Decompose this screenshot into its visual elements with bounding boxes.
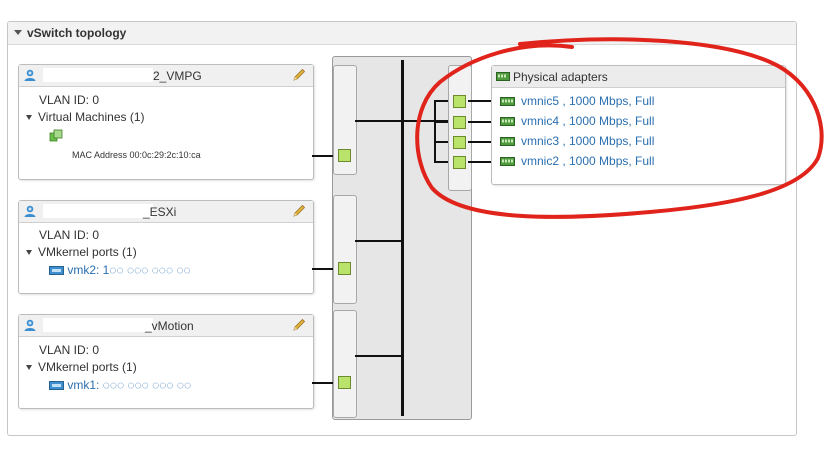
expand-caret-icon[interactable] [26, 249, 32, 255]
port-icon[interactable] [338, 149, 351, 162]
nic-label[interactable]: vmnic5 , 1000 Mbps, Full [521, 94, 654, 108]
port-icon[interactable] [338, 262, 351, 275]
vmkernel-section-label: VMkernel ports (1) [38, 245, 137, 259]
vswitch-backbone-line [401, 60, 404, 416]
vmkernel-icon [49, 266, 64, 276]
redacted-name [43, 204, 153, 218]
expand-caret-icon[interactable] [26, 114, 32, 120]
connector-line [434, 121, 448, 123]
nic-item-vmnic5[interactable]: vmnic5 , 1000 Mbps, Full [500, 94, 654, 108]
uplink-port-icon[interactable] [453, 95, 466, 108]
port-icon[interactable] [338, 376, 351, 389]
vm-item[interactable] [49, 129, 63, 146]
portgroup-icon [24, 69, 36, 81]
nic-label[interactable]: vmnic3 , 1000 Mbps, Full [521, 134, 654, 148]
nic-item-vmnic4[interactable]: vmnic4 , 1000 Mbps, Full [500, 114, 654, 128]
portgroup-port-block [333, 195, 357, 304]
edit-pencil-icon[interactable] [291, 203, 307, 219]
portgroup-name: _vMotion [145, 319, 194, 333]
portgroup-header: _ESXi [19, 201, 313, 223]
physical-adapters-title: Physical adapters [513, 70, 608, 84]
uplink-bus-line [434, 100, 436, 162]
physical-adapters-card[interactable]: Physical adapters vmnic5 , 1000 Mbps, Fu… [491, 65, 786, 185]
portgroup-name: 2_VMPG [153, 69, 202, 83]
uplink-port-icon[interactable] [453, 156, 466, 169]
portgroup-card-vmotion[interactable]: _vMotion VLAN ID: 0 VMkernel ports (1) v… [18, 314, 314, 409]
portgroup-icon [24, 319, 36, 331]
nic-icon [496, 72, 510, 81]
vm-section-label: Virtual Machines (1) [38, 110, 145, 124]
connector-line [312, 268, 333, 270]
physical-adapters-header: Physical adapters [492, 66, 785, 88]
connector-line [355, 240, 403, 242]
vmkernel-section-toggle[interactable]: VMkernel ports (1) [21, 245, 137, 259]
vmkernel-icon [49, 381, 64, 391]
nic-icon [500, 157, 515, 167]
nic-icon [500, 117, 515, 127]
connector-line [312, 382, 333, 384]
redacted-name [43, 318, 153, 332]
connector-line [434, 161, 448, 163]
redacted-name [43, 68, 153, 82]
vlan-id: VLAN ID: 0 [39, 343, 100, 357]
vlan-id: VLAN ID: 0 [39, 228, 100, 242]
uplink-port-icon[interactable] [453, 116, 466, 129]
edit-pencil-icon[interactable] [291, 317, 307, 333]
portgroup-name: _ESXi [143, 205, 177, 219]
portgroup-header: 2_VMPG [19, 65, 313, 87]
connector-line [355, 120, 403, 122]
vm-section-toggle[interactable]: Virtual Machines (1) [21, 110, 145, 124]
nic-label[interactable]: vmnic4 , 1000 Mbps, Full [521, 114, 654, 128]
connector-line [434, 141, 448, 143]
nic-icon [500, 137, 515, 147]
nic-icon [500, 97, 515, 107]
panel-title: vSwitch topology [27, 26, 127, 40]
portgroup-header: _vMotion [19, 315, 313, 337]
portgroup-card-vmpg[interactable]: 2_VMPG VLAN ID: 0 Virtual Machines (1) M… [18, 64, 314, 180]
collapse-caret-icon[interactable] [14, 30, 22, 35]
portgroup-icon [24, 205, 36, 217]
connector-line [434, 100, 448, 102]
nic-item-vmnic2[interactable]: vmnic2 , 1000 Mbps, Full [500, 154, 654, 168]
uplink-port-icon[interactable] [453, 136, 466, 149]
vmkernel-item[interactable]: vmk1: ◌◌◌ ◌◌◌ ◌◌◌ ◌◌ [49, 378, 191, 392]
nic-label[interactable]: vmnic2 , 1000 Mbps, Full [521, 154, 654, 168]
panel-header[interactable]: vSwitch topology [8, 22, 796, 45]
vmkernel-name[interactable]: vmk1: ◌◌◌ ◌◌◌ ◌◌◌ ◌◌ [67, 378, 191, 392]
mac-address: MAC Address 00:0c:29:2c:10:ca [72, 150, 201, 160]
vmkernel-item[interactable]: vmk2: 1◌◌ ◌◌◌ ◌◌◌ ◌◌ [49, 263, 191, 277]
portgroup-card-esxi[interactable]: _ESXi VLAN ID: 0 VMkernel ports (1) vmk2… [18, 200, 314, 294]
connector-line [355, 355, 403, 357]
vm-icon [49, 129, 63, 142]
expand-caret-icon[interactable] [26, 364, 32, 370]
vmkernel-section-label: VMkernel ports (1) [38, 360, 137, 374]
nic-item-vmnic3[interactable]: vmnic3 , 1000 Mbps, Full [500, 134, 654, 148]
vmkernel-section-toggle[interactable]: VMkernel ports (1) [21, 360, 137, 374]
connector-line [312, 155, 333, 157]
edit-pencil-icon[interactable] [291, 67, 307, 83]
vlan-id: VLAN ID: 0 [39, 93, 100, 107]
portgroup-port-block [333, 310, 357, 418]
vmkernel-name[interactable]: vmk2: 1◌◌ ◌◌◌ ◌◌◌ ◌◌ [67, 263, 190, 277]
